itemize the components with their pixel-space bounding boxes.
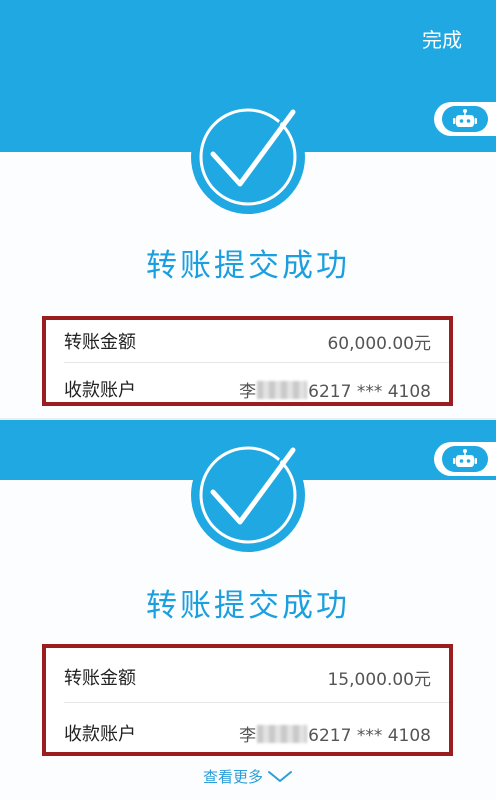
- divider: [64, 362, 449, 363]
- account-value: 李 6217 *** 4108: [239, 377, 431, 402]
- chevron-down-icon: [268, 771, 292, 782]
- success-title: 转账提交成功: [146, 248, 350, 284]
- amount-value: 15,000.00元: [327, 670, 431, 690]
- transfer-result-panel-2: 转账提交成功 转账金额 15,000.00元 收款账户 李 6217 *** 41…: [0, 420, 496, 800]
- assistant-button[interactable]: [434, 102, 496, 136]
- account-name: 李: [239, 726, 257, 746]
- blurred-text: [257, 725, 308, 743]
- account-number: 6217 *** 4108: [308, 726, 431, 746]
- transfer-result-panel-1: 完成 转账提交成功 转账金额 60,000.00元 收款账户 李 6217 **…: [0, 0, 496, 420]
- robot-icon: [442, 446, 488, 472]
- account-number: 6217 *** 4108: [308, 382, 431, 402]
- account-label: 收款账户: [64, 380, 136, 401]
- account-label: 收款账户: [64, 724, 136, 745]
- blurred-text: [257, 381, 308, 399]
- amount-row: 转账金额 60,000.00元: [64, 324, 431, 354]
- account-name: 李: [239, 382, 257, 402]
- robot-icon: [442, 106, 488, 132]
- divider: [64, 702, 449, 703]
- account-row: 收款账户 李 6217 *** 4108: [64, 372, 431, 402]
- done-button[interactable]: 完成: [422, 24, 462, 53]
- account-row: 收款账户 李 6217 *** 4108: [64, 716, 431, 746]
- amount-label: 转账金额: [64, 668, 136, 689]
- amount-row: 转账金额 15,000.00元: [64, 660, 431, 690]
- check-circle-icon: [189, 436, 307, 554]
- assistant-button[interactable]: [434, 442, 496, 476]
- see-more-button[interactable]: 查看更多: [0, 766, 496, 787]
- account-value: 李 6217 *** 4108: [239, 721, 431, 746]
- check-circle-icon: [189, 98, 307, 216]
- transfer-details: 转账金额 15,000.00元 收款账户 李 6217 *** 4108: [42, 644, 453, 756]
- transfer-details: 转账金额 60,000.00元 收款账户 李 6217 *** 4108: [42, 316, 453, 406]
- see-more-label: 查看更多: [202, 768, 263, 786]
- amount-label: 转账金额: [64, 332, 136, 353]
- amount-value: 60,000.00元: [327, 334, 431, 354]
- success-title: 转账提交成功: [146, 588, 350, 624]
